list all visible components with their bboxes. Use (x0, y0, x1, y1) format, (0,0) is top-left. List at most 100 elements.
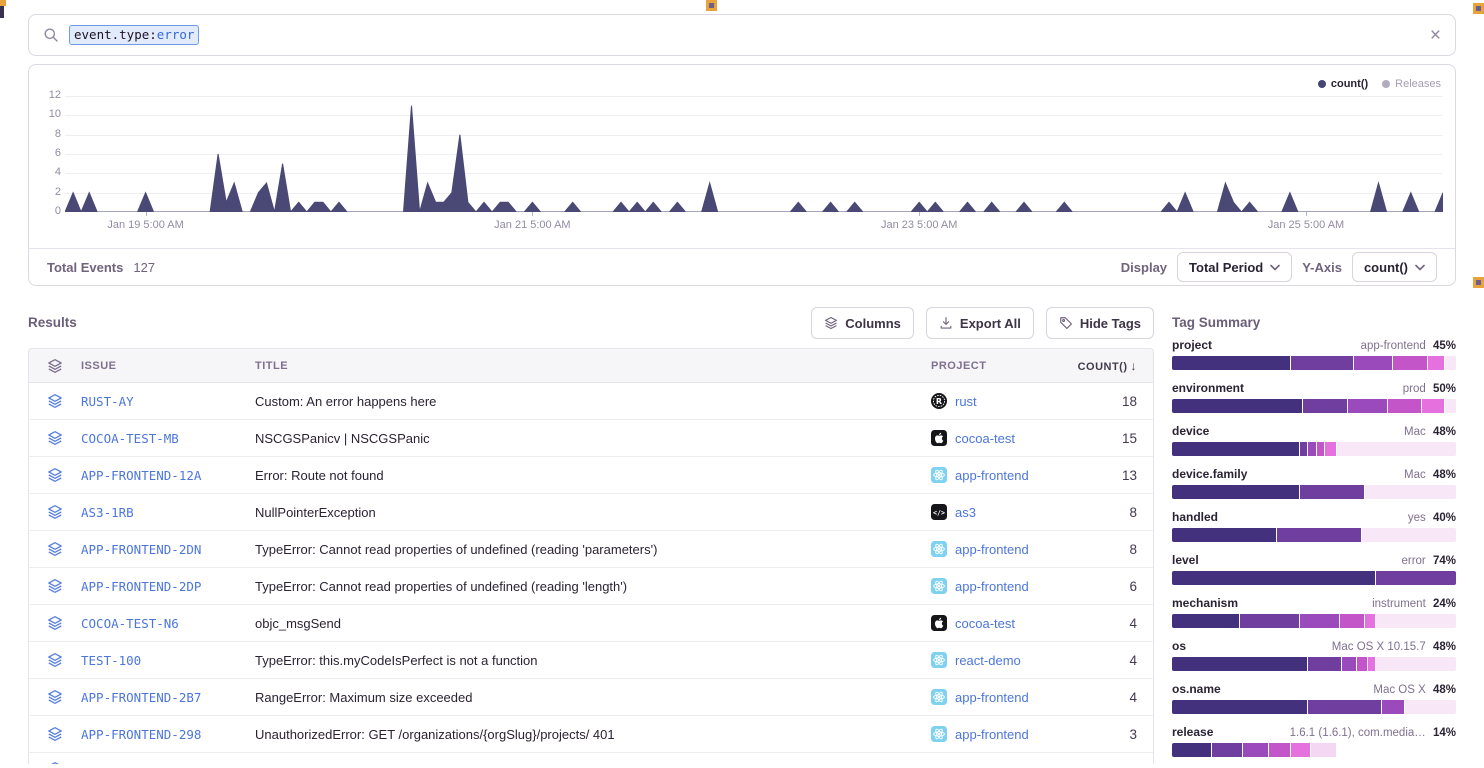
project-link[interactable]: app-frontend (931, 467, 1071, 483)
chart-plot-area[interactable] (65, 96, 1443, 212)
tag-row[interactable]: os Mac OS X 10.15.7 48% (1172, 639, 1456, 671)
tag-top-value: Mac OS X (1373, 684, 1429, 696)
tag-bar-segment (1172, 356, 1291, 370)
issue-title: RangeError: Maximum size exceeded (255, 690, 931, 705)
tag-bar-segment (1172, 657, 1308, 671)
project-link[interactable]: </> as3 (931, 504, 1071, 520)
tag-row[interactable]: environment prod 50% (1172, 381, 1456, 413)
tag-distribution-bar[interactable] (1172, 614, 1456, 628)
project-link[interactable]: cocoa-test (931, 430, 1071, 446)
chart-footer: Total Events 127 Display Total Period Y-… (29, 248, 1455, 285)
tag-bar-segment (1405, 700, 1456, 714)
display-dropdown[interactable]: Total Period (1177, 252, 1292, 282)
table-row[interactable]: AS3-1RB NullPointerException </> as3 8 (29, 494, 1153, 531)
chevron-down-icon (1415, 264, 1425, 271)
tag-bar-segment (1311, 743, 1337, 757)
columns-button[interactable]: Columns (811, 307, 914, 339)
table-row[interactable]: APP-FRONTEND-2DN TypeError: Cannot read … (29, 531, 1153, 568)
tag-distribution-bar[interactable] (1172, 743, 1456, 757)
tag-top-percent: 48% (1433, 684, 1456, 696)
issue-title: objc_msgSend (255, 616, 931, 631)
platform-icon (931, 726, 947, 742)
table-row[interactable]: COCOA-TEST-MB NSCGSPanicv | NSCGSPanic c… (29, 420, 1153, 457)
issue-id-link[interactable]: TEST-100 (81, 653, 255, 668)
tag-row[interactable]: release 1.6.1 (1.6.1), com.media… 14% (1172, 725, 1456, 757)
issue-title: Error: Route not found (255, 468, 931, 483)
tag-summary-panel: project app-frontend 45% environment pro… (1172, 338, 1456, 768)
tag-row[interactable]: mechanism instrument 24% (1172, 596, 1456, 628)
search-query-key: event.type: (74, 27, 157, 42)
issue-id-link[interactable]: APP-FRONTEND-2DP (81, 579, 255, 594)
tag-row[interactable]: device.family Mac 48% (1172, 467, 1456, 499)
table-row-partial[interactable] (29, 753, 1153, 764)
issue-id-link[interactable]: AS3-1RB (81, 505, 255, 520)
project-link[interactable]: R rust (931, 393, 1071, 409)
tag-row[interactable]: project app-frontend 45% (1172, 338, 1456, 370)
project-link[interactable]: react-demo (931, 652, 1071, 668)
resize-handle-marker (706, 0, 717, 11)
issue-id-link[interactable]: RUST-AY (81, 394, 255, 409)
tag-bar-segment (1445, 399, 1456, 413)
x-axis-tick (532, 212, 533, 216)
platform-icon (931, 430, 947, 446)
tag-row[interactable]: device Mac 48% (1172, 424, 1456, 456)
project-link[interactable]: app-frontend (931, 578, 1071, 594)
clear-search-icon[interactable]: × (1430, 26, 1441, 45)
header-count[interactable]: COUNT()↓ (1071, 359, 1154, 373)
search-bar[interactable]: event.type:error × (28, 14, 1456, 56)
header-title[interactable]: TITLE (255, 360, 931, 372)
tag-top-percent: 48% (1433, 426, 1456, 438)
issue-stack-icon (47, 393, 63, 409)
export-all-button[interactable]: Export All (926, 307, 1034, 339)
table-row[interactable]: TEST-100 TypeError: this.myCodeIsPerfect… (29, 642, 1153, 679)
header-issue[interactable]: ISSUE (81, 360, 255, 372)
header-project[interactable]: PROJECT (931, 360, 1071, 372)
table-row[interactable]: RUST-AY Custom: An error happens here R … (29, 383, 1153, 420)
tag-distribution-bar[interactable] (1172, 657, 1456, 671)
tag-row[interactable]: level error 74% (1172, 553, 1456, 585)
platform-icon: </> (931, 504, 947, 520)
project-link[interactable]: app-frontend (931, 689, 1071, 705)
legend-item-releases[interactable]: Releases (1382, 78, 1441, 90)
y-axis-dropdown[interactable]: count() (1352, 252, 1437, 282)
tag-distribution-bar[interactable] (1172, 442, 1456, 456)
tag-distribution-bar[interactable] (1172, 485, 1456, 499)
tag-row[interactable]: os.name Mac OS X 48% (1172, 682, 1456, 714)
table-row[interactable]: APP-FRONTEND-2B7 RangeError: Maximum siz… (29, 679, 1153, 716)
tag-bar-segment (1376, 657, 1456, 671)
issue-id-link[interactable]: APP-FRONTEND-2DN (81, 542, 255, 557)
table-row[interactable]: APP-FRONTEND-2DP TypeError: Cannot read … (29, 568, 1153, 605)
project-name: cocoa-test (955, 431, 1015, 446)
react-platform-icon (931, 578, 947, 594)
tag-bar-segment (1303, 399, 1348, 413)
tag-distribution-bar[interactable] (1172, 700, 1456, 714)
svg-text:</>: </> (933, 509, 945, 517)
issue-id-link[interactable]: COCOA-TEST-N6 (81, 616, 255, 631)
table-row[interactable]: APP-FRONTEND-12A Error: Route not found … (29, 457, 1153, 494)
resize-handle-marker (0, 0, 6, 6)
tag-row[interactable]: handled yes 40% (1172, 510, 1456, 542)
project-link[interactable]: app-frontend (931, 726, 1071, 742)
event-count: 6 (1071, 579, 1154, 594)
tag-distribution-bar[interactable] (1172, 356, 1456, 370)
tag-summary-heading: Tag Summary (1172, 315, 1260, 330)
tag-bar-segment (1172, 442, 1300, 456)
issue-id-link[interactable]: APP-FRONTEND-2B7 (81, 690, 255, 705)
project-link[interactable]: app-frontend (931, 541, 1071, 557)
tag-top-percent: 14% (1433, 727, 1456, 739)
project-name: as3 (955, 505, 976, 520)
issue-id-link[interactable]: APP-FRONTEND-12A (81, 468, 255, 483)
issue-id-link[interactable]: COCOA-TEST-MB (81, 431, 255, 446)
table-row[interactable]: COCOA-TEST-N6 objc_msgSend cocoa-test 4 (29, 605, 1153, 642)
tag-distribution-bar[interactable] (1172, 399, 1456, 413)
table-row[interactable]: APP-FRONTEND-298 UnauthorizedError: GET … (29, 716, 1153, 753)
project-link[interactable]: cocoa-test (931, 615, 1071, 631)
tag-distribution-bar[interactable] (1172, 571, 1456, 585)
legend-item-count[interactable]: count() (1318, 78, 1368, 90)
hide-tags-button[interactable]: Hide Tags (1046, 307, 1154, 339)
issue-title: NSCGSPanicv | NSCGSPanic (255, 431, 931, 446)
search-query-token[interactable]: event.type:error (69, 25, 199, 45)
tag-bar-segment (1269, 743, 1292, 757)
issue-id-link[interactable]: APP-FRONTEND-298 (81, 727, 255, 742)
tag-distribution-bar[interactable] (1172, 528, 1456, 542)
